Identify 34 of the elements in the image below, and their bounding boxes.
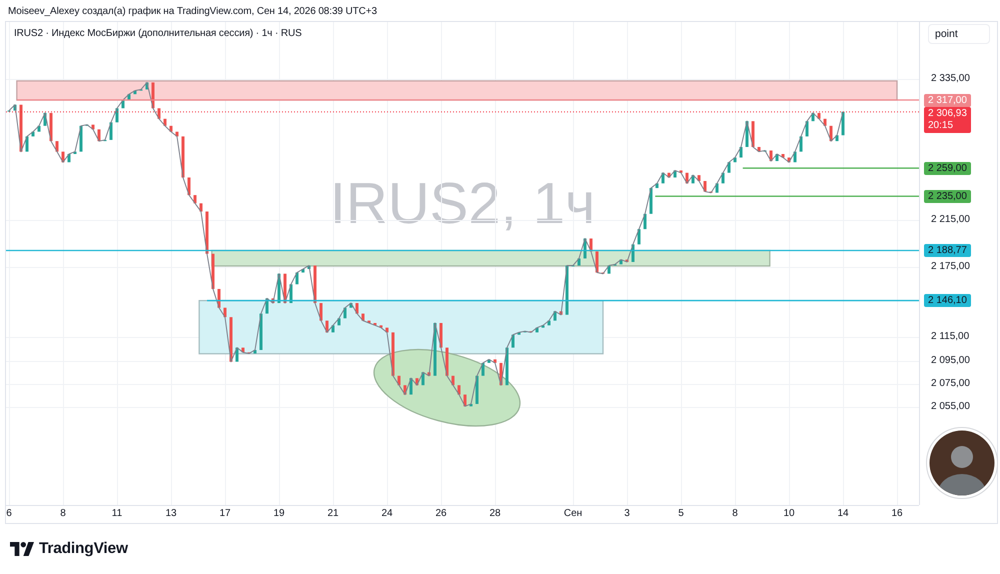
date-tick-label: 24 xyxy=(381,507,393,521)
date-tick-label: 11 xyxy=(112,507,122,521)
date-tick-label: 8 xyxy=(732,507,738,521)
price-tick-label: 2 335,00 xyxy=(931,72,970,86)
date-tick-label: 26 xyxy=(435,507,447,521)
date-tick-label: 14 xyxy=(837,507,849,521)
price-tick-label: 2 055,00 xyxy=(931,400,970,414)
date-tick-label: 17 xyxy=(219,507,231,521)
level-price-label: 2 188,77 xyxy=(924,244,971,257)
date-tick-label: 10 xyxy=(783,507,795,521)
date-tick-label: 19 xyxy=(273,507,285,521)
date-tick-label: Сен xyxy=(564,507,582,521)
chart-legend: IRUS2 · Индекс МосБиржи (дополнительная сессия) · 1ч · RUS xyxy=(14,27,302,41)
level-price-label: 2 259,00 xyxy=(924,162,971,175)
date-tick-label: 21 xyxy=(327,507,339,521)
level-price-label: 2 235,00 xyxy=(924,190,971,203)
level-price-label: 2 317,00 xyxy=(924,94,971,107)
date-tick-label: 13 xyxy=(165,507,177,521)
price-tick-label: 2 095,00 xyxy=(931,354,970,368)
brand-name: TradingView xyxy=(39,540,128,558)
chart-caption: Moiseev_Alexey создал(а) график на TradingView.com, Сен 14, 2026 08:39 UTC+3 xyxy=(8,5,377,19)
date-tick-label: 28 xyxy=(489,507,501,521)
bar-countdown: 20:15 xyxy=(928,120,954,132)
level-price-label: 2 146,10 xyxy=(924,294,971,308)
date-tick-label: 3 xyxy=(624,507,630,521)
date-tick-label: 8 xyxy=(60,507,66,521)
date-tick-label: 5 xyxy=(678,507,684,521)
price-tick-label: 2 115,00 xyxy=(931,330,970,344)
date-tick-label: 16 xyxy=(891,507,903,521)
price-tick-label: 2 175,00 xyxy=(931,260,970,274)
date-tick-label: 6 xyxy=(6,507,12,521)
price-tick-label: 2 215,00 xyxy=(931,212,970,227)
current-price: 2 306,93 xyxy=(928,108,967,120)
price-tick-label: 2 075,00 xyxy=(931,377,970,391)
